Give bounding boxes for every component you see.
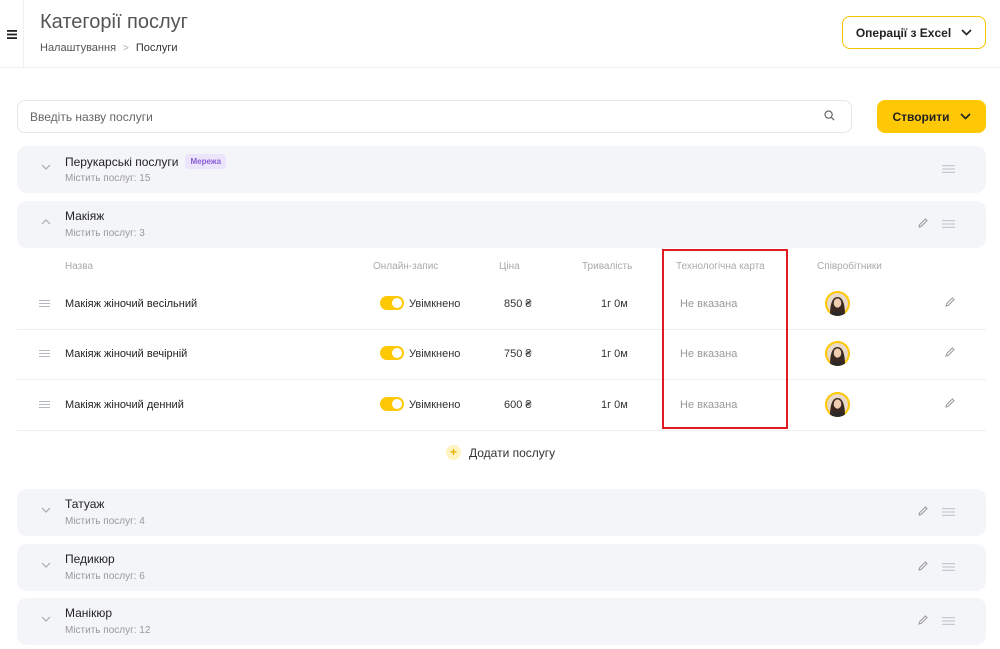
pencil-icon[interactable] [917,614,929,626]
category-name-wrap: Педикюр [65,552,115,566]
service-duration: 1г 0м [601,298,628,310]
table-row[interactable]: Макіяж жіночий вечірній Увімкнено 750 ₴ … [17,330,986,380]
chevron-down-icon [961,29,972,36]
excel-operations-label: Операції з Excel [855,25,952,40]
column-duration: Тривалість [582,261,633,272]
menu-icon [6,29,17,39]
drag-handle-icon[interactable] [942,508,955,516]
menu-button[interactable] [0,0,24,68]
toggle-knob [392,298,402,308]
add-service-label: Додати послугу [469,445,556,460]
category-card-tattoo[interactable]: Татуаж Містить послуг: 4 [17,489,986,536]
chevron-down-icon[interactable] [41,507,51,513]
avatar[interactable] [825,291,850,316]
toggle-knob [392,348,402,358]
techcard-highlight-box [662,249,788,429]
drag-handle-icon[interactable] [942,220,955,228]
service-name[interactable]: Макіяж жіночий вечірній [65,348,187,360]
category-count: Містить послуг: 4 [65,516,145,527]
chevron-down-icon[interactable] [41,562,51,568]
pencil-icon[interactable] [917,505,929,517]
service-price: 600 ₴ [504,399,532,411]
service-name[interactable]: Макіяж жіночий денний [65,399,184,411]
avatar[interactable] [825,341,850,366]
online-status: Увімкнено [409,298,461,310]
category-count: Містить послуг: 6 [65,571,145,582]
category-count: Містить послуг: 12 [65,625,151,636]
category-name-wrap: Макіяж [65,209,104,223]
chevron-down-icon[interactable] [41,164,51,170]
chevron-down-icon[interactable] [41,616,51,622]
add-service-button[interactable]: + Додати послугу [446,445,555,460]
service-price: 750 ₴ [504,348,532,360]
category-card-makeup[interactable]: Макіяж Містить послуг: 3 [17,201,986,248]
breadcrumb: Налаштування > Послуги [40,42,177,54]
chevron-up-icon[interactable] [41,219,51,225]
service-duration: 1г 0м [601,348,628,360]
category-name: Перукарські послуги [65,154,179,169]
toggle-knob [392,399,402,409]
drag-handle-icon[interactable] [39,401,50,408]
pencil-icon[interactable] [917,217,929,229]
breadcrumb-services: Послуги [135,42,178,54]
category-name: Макіяж [65,209,105,223]
category-name-wrap: Перукарські послуги Мережа [65,154,227,169]
avatar[interactable] [825,392,850,417]
plus-icon: + [446,445,461,460]
category-count: Містить послуг: 15 [65,173,151,184]
drag-handle-icon[interactable] [39,350,50,357]
online-booking-toggle[interactable] [380,296,404,310]
service-name[interactable]: Макіяж жіночий весільний [65,298,197,310]
column-price: Ціна [499,261,520,272]
online-status: Увімкнено [409,348,461,360]
pencil-icon[interactable] [917,560,929,572]
category-card-pedicure[interactable]: Педикюр Містить послуг: 6 [17,544,986,591]
category-name-wrap: Манікюр [65,606,112,620]
category-name: Татуаж [65,497,105,511]
online-booking-toggle[interactable] [380,346,404,360]
chevron-down-icon [959,113,971,120]
create-label: Створити [892,109,950,124]
page-header: Категорії послуг Налаштування > Послуги … [0,0,1000,68]
pencil-icon[interactable] [944,296,956,308]
category-card-hairdressing[interactable]: Перукарські послуги Мережа Містить послу… [17,146,986,193]
online-booking-toggle[interactable] [380,397,404,411]
table-row[interactable]: Макіяж жіночий денний Увімкнено 600 ₴ 1г… [17,381,986,431]
category-name-wrap: Татуаж [65,497,104,511]
category-name: Педикюр [65,552,115,566]
pencil-icon[interactable] [944,397,956,409]
breadcrumb-settings[interactable]: Налаштування [40,42,116,54]
page-title: Категорії послуг [40,11,188,33]
services-table-header: Назва Онлайн-запис Ціна Тривалість Техно… [0,261,1000,275]
service-duration: 1г 0м [601,399,628,411]
online-status: Увімкнено [409,399,461,411]
search-input[interactable] [30,101,810,132]
network-badge: Мережа [185,154,227,169]
drag-handle-icon[interactable] [942,563,955,571]
breadcrumb-separator: > [123,42,129,54]
search-box [17,100,852,133]
drag-handle-icon[interactable] [39,300,50,307]
category-name: Манікюр [65,606,113,620]
column-online: Онлайн-запис [373,261,439,272]
category-card-manicure[interactable]: Манікюр Містить послуг: 12 [17,598,986,645]
table-row[interactable]: Макіяж жіночий весільний Увімкнено 850 ₴… [17,280,986,330]
column-staff: Співробітники [817,261,882,272]
drag-handle-icon[interactable] [942,617,955,625]
column-name: Назва [65,261,94,272]
search-icon[interactable] [824,110,835,121]
drag-handle-icon[interactable] [942,165,955,173]
create-button[interactable]: Створити [877,100,986,133]
service-price: 850 ₴ [504,298,532,310]
category-count: Містить послуг: 3 [65,228,145,239]
excel-operations-button[interactable]: Операції з Excel [842,16,986,49]
pencil-icon[interactable] [944,346,956,358]
